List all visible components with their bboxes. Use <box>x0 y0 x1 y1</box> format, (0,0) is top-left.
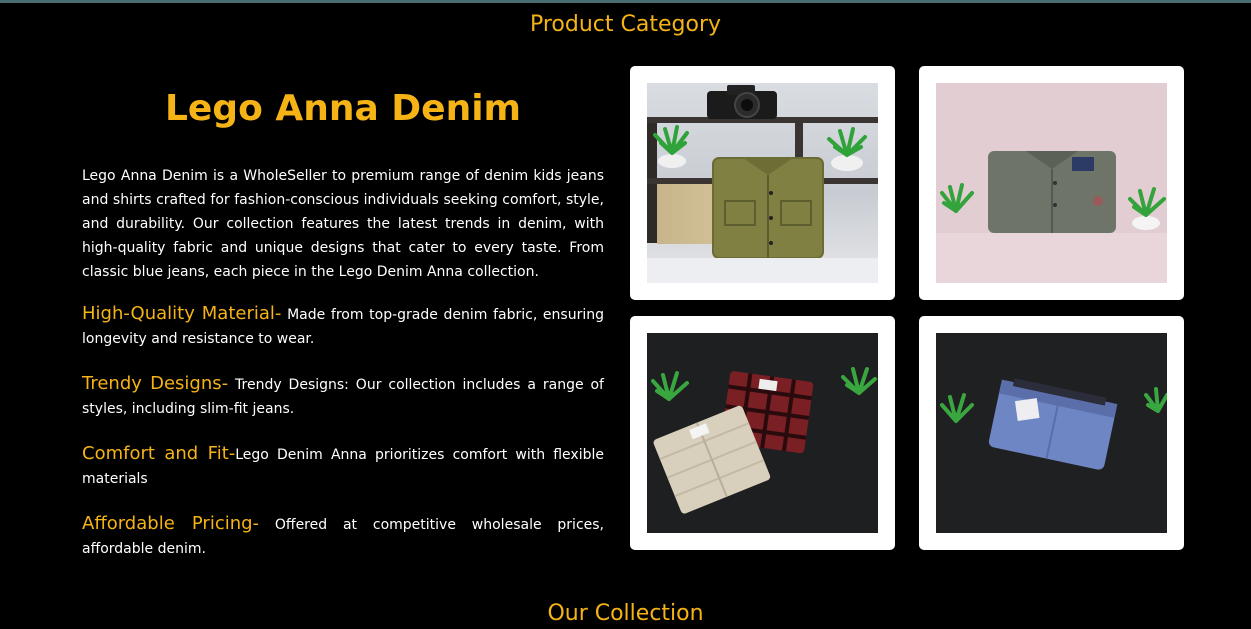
product-image-olive-shirt[interactable] <box>647 83 878 283</box>
product-card-grey-shirt[interactable] <box>919 66 1184 300</box>
brand-description: Lego Anna Denim is a WholeSeller to prem… <box>82 168 604 280</box>
product-card-checked-shirts[interactable] <box>630 316 895 550</box>
top-border <box>0 0 1251 3</box>
feature-comfort: Comfort and Fit-Lego Denim Anna prioriti… <box>82 442 604 491</box>
product-card-olive-shirt[interactable] <box>630 66 895 300</box>
brand-heading: Lego Anna Denim <box>164 88 522 129</box>
feature-quality: High-Quality Material- Made from top-gra… <box>82 302 604 351</box>
feature-label: Trendy Designs- <box>82 373 229 394</box>
feature-label: High-Quality Material- <box>82 303 282 324</box>
feature-label: Affordable Pricing- <box>82 513 260 534</box>
product-image-grey-shirt[interactable] <box>936 83 1167 283</box>
product-card-blue-jeans[interactable] <box>919 316 1184 550</box>
collection-title: Our Collection <box>547 601 704 626</box>
feature-designs: Trendy Designs- Trendy Designs: Our coll… <box>82 372 604 421</box>
product-image-blue-jeans[interactable] <box>936 333 1167 533</box>
feature-pricing: Affordable Pricing- Offered at competiti… <box>82 512 604 561</box>
product-image-checked-shirts[interactable] <box>647 333 878 533</box>
feature-label: Comfort and Fit- <box>82 443 236 464</box>
section-title: Product Category <box>529 12 722 37</box>
